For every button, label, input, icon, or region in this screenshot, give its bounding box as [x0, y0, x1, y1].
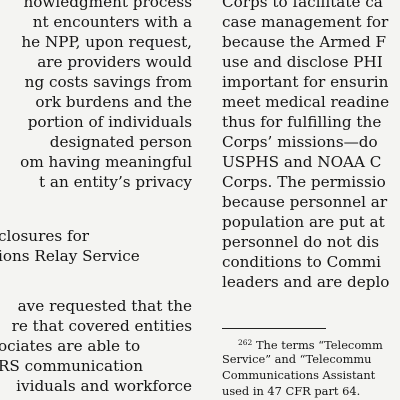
left-line-9: om having meaningful	[20, 153, 192, 171]
left-line-14: re that covered entities	[11, 317, 192, 335]
right-line-4: use and disclose PHI	[222, 53, 383, 71]
right-line-2: case management for	[222, 13, 389, 31]
footnote-line-4: used in 47 CFR part 64.	[222, 384, 361, 398]
footnote-number: 262	[238, 338, 253, 347]
left-text-column: nowledgment process nt encounters with a…	[0, 0, 196, 400]
right-line-11: because personnel ar	[222, 193, 388, 211]
right-line-15: leaders and are deplo	[222, 273, 390, 291]
right-line-3: because the Armed F	[222, 33, 387, 51]
right-line-8: Corps’ missions—do	[222, 133, 378, 151]
section-heading-line-1: closures for	[0, 227, 89, 245]
right-line-7: thus for fulfilling the	[222, 113, 382, 131]
right-line-14: conditions to Commi	[222, 253, 382, 271]
document-page: nowledgment process nt encounters with a…	[0, 0, 400, 400]
left-line-6: ork burdens and the	[35, 93, 192, 111]
left-line-5: ng costs savings from	[24, 73, 192, 91]
left-line-2: nt encounters with a	[32, 13, 192, 31]
footnote-line-2: Service” and “Telecommu	[222, 352, 372, 366]
footnote-line-1: 262 The terms “Telecomm	[238, 335, 383, 352]
left-line-17: ividuals and workforce	[16, 377, 192, 395]
right-line-10: Corps. The permissio	[222, 173, 386, 191]
left-line-13: ave requested that the	[17, 297, 192, 315]
footnote-line-1-text: The terms “Telecomm	[252, 338, 383, 352]
footnote-line-3: Communications Assistant	[222, 368, 376, 382]
right-line-6: meet medical readine	[222, 93, 390, 111]
right-text-column: Corps to facilitate ca case management f…	[222, 0, 400, 400]
left-line-15: ociates are able to	[0, 337, 141, 355]
right-line-1: Corps to facilitate ca	[222, 0, 383, 11]
left-line-16: RS communication	[0, 357, 143, 375]
left-line-7: portion of individuals	[27, 113, 192, 131]
right-line-5: important for ensurin	[222, 73, 389, 91]
left-line-1: nowledgment process	[23, 0, 192, 11]
right-line-9: USPHS and NOAA C	[222, 153, 382, 171]
left-line-10: t an entity’s privacy	[38, 173, 192, 191]
left-line-4: are providers would	[37, 53, 192, 71]
left-line-8: designated person	[49, 133, 192, 151]
left-line-3: he NPP, upon request,	[21, 33, 192, 51]
right-line-13: personnel do not dis	[222, 233, 380, 251]
right-line-12: population are put at	[222, 213, 385, 231]
section-heading-line-2: ions Relay Service	[0, 247, 140, 265]
footnote-rule	[222, 328, 326, 329]
